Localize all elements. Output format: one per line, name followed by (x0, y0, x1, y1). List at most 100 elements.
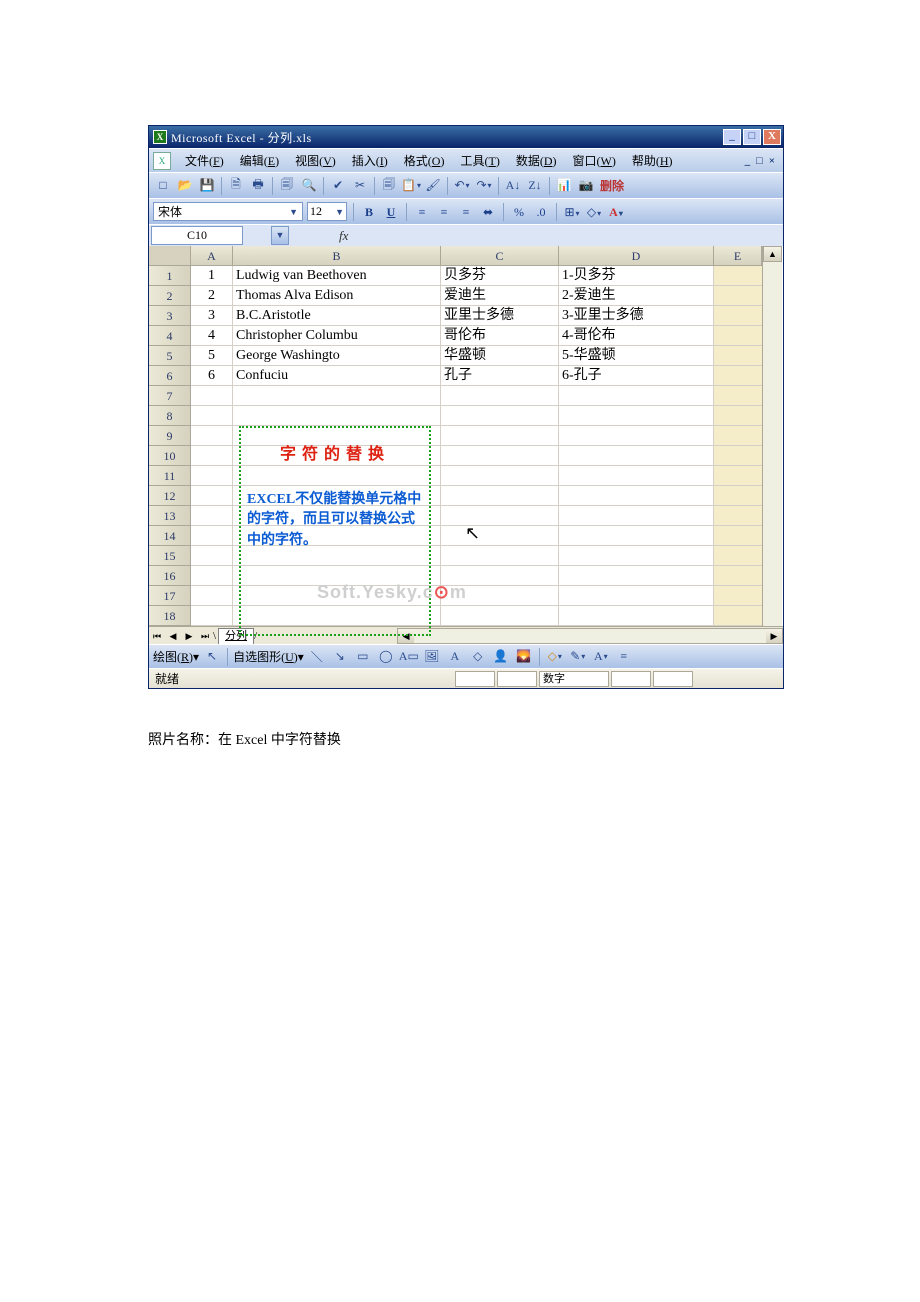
cell[interactable] (714, 406, 762, 426)
cell[interactable] (441, 546, 559, 566)
font-color-icon[interactable]: A (591, 647, 611, 667)
row-header[interactable]: 17 (149, 586, 191, 606)
row-header[interactable]: 14 (149, 526, 191, 546)
cell[interactable]: 贝多芬 (441, 266, 559, 286)
cell[interactable]: 6 (191, 366, 233, 386)
delete-button[interactable]: 删除 (600, 177, 624, 194)
sort-asc-icon[interactable]: A↓ (503, 176, 523, 196)
cell[interactable] (714, 606, 762, 626)
cell[interactable]: George Washingto (233, 346, 441, 366)
clipart-icon[interactable]: 👤 (491, 647, 511, 667)
cell[interactable]: 5 (191, 346, 233, 366)
select-all-corner[interactable] (149, 246, 191, 266)
merge-center-button[interactable]: ⬌ (479, 203, 497, 221)
sheet-tab[interactable]: 分列 (218, 628, 254, 644)
cell[interactable] (714, 306, 762, 326)
cell[interactable]: 1-贝多芬 (559, 266, 714, 286)
format-painter-icon[interactable]: 🖌 (423, 176, 443, 196)
open-icon[interactable]: 📂 (175, 176, 195, 196)
cell[interactable]: Thomas Alva Edison (233, 286, 441, 306)
percent-button[interactable]: % (510, 203, 528, 221)
row-header[interactable]: 5 (149, 346, 191, 366)
autoshapes-menu[interactable]: 自选图形(U)▾ (233, 648, 304, 665)
row-header[interactable]: 15 (149, 546, 191, 566)
paste-icon[interactable]: 📋 (401, 176, 421, 196)
mdi-minimize-button[interactable]: _ (745, 155, 751, 167)
cell[interactable]: B.C.Aristotle (233, 306, 441, 326)
row-header[interactable]: 7 (149, 386, 191, 406)
cell[interactable] (559, 486, 714, 506)
minimize-button[interactable]: _ (723, 129, 741, 145)
cell[interactable] (441, 466, 559, 486)
row-header[interactable]: 10 (149, 446, 191, 466)
new-icon[interactable]: □ (153, 176, 173, 196)
cell[interactable] (191, 566, 233, 586)
cell[interactable] (714, 526, 762, 546)
row-header[interactable]: 13 (149, 506, 191, 526)
cell[interactable] (559, 406, 714, 426)
cell[interactable] (559, 546, 714, 566)
font-name-select[interactable]: 宋体▼ (153, 202, 303, 221)
camera-icon[interactable]: 📷 (576, 176, 596, 196)
print-icon[interactable]: 🖶 (248, 176, 268, 196)
cell[interactable] (191, 466, 233, 486)
cell[interactable] (441, 406, 559, 426)
cell[interactable] (191, 386, 233, 406)
underline-button[interactable]: U (382, 203, 400, 221)
fill-color-icon[interactable]: ◇ (545, 647, 565, 667)
copy-icon[interactable]: 🗐 (379, 176, 399, 196)
cell[interactable] (714, 566, 762, 586)
cell[interactable] (559, 386, 714, 406)
draw-menu[interactable]: 绘图(R)▾ (153, 648, 199, 665)
maximize-button[interactable]: □ (743, 129, 761, 145)
cell[interactable] (191, 606, 233, 626)
cell[interactable]: 3 (191, 306, 233, 326)
increase-decimal-button[interactable]: .0 (532, 203, 550, 221)
cell[interactable] (191, 426, 233, 446)
select-objects-icon[interactable]: ↖ (202, 647, 222, 667)
cell[interactable]: 1 (191, 266, 233, 286)
cell[interactable] (714, 546, 762, 566)
cell[interactable] (233, 506, 441, 526)
menu-file[interactable]: 文件(F) (177, 150, 232, 171)
cell[interactable]: 2 (191, 286, 233, 306)
vertical-scrollbar[interactable]: ▲ (762, 246, 782, 626)
row-header[interactable]: 1 (149, 266, 191, 286)
horizontal-scrollbar[interactable]: ◀ ▶ (397, 628, 783, 644)
cell[interactable] (191, 586, 233, 606)
cell[interactable] (559, 606, 714, 626)
cell[interactable] (233, 426, 441, 446)
col-header-c[interactable]: C (441, 246, 559, 266)
research-icon[interactable]: 🔍 (299, 176, 319, 196)
cell[interactable] (714, 486, 762, 506)
cell[interactable]: 5-华盛顿 (559, 346, 714, 366)
cell[interactable]: 3-亚里士多德 (559, 306, 714, 326)
redo-icon[interactable]: ↷ (474, 176, 494, 196)
print-preview-icon[interactable]: 🗐 (277, 176, 297, 196)
row-header[interactable]: 11 (149, 466, 191, 486)
col-header-b[interactable]: B (233, 246, 441, 266)
align-right-button[interactable]: ≡ (457, 203, 475, 221)
cell[interactable] (441, 526, 559, 546)
save-icon[interactable]: 💾 (197, 176, 217, 196)
menu-data[interactable]: 数据(D) (508, 150, 565, 171)
cell[interactable]: 2-爱迪生 (559, 286, 714, 306)
cell[interactable] (714, 286, 762, 306)
bold-button[interactable]: B (360, 203, 378, 221)
menu-help[interactable]: 帮助(H) (624, 150, 681, 171)
cell[interactable]: 6-孔子 (559, 366, 714, 386)
chevron-down-icon[interactable]: ▼ (289, 207, 298, 217)
diagram-icon[interactable]: ◇ (468, 647, 488, 667)
menu-format[interactable]: 格式(O) (396, 150, 453, 171)
mdi-restore-button[interactable]: □ (756, 155, 763, 167)
align-center-button[interactable]: ≡ (435, 203, 453, 221)
font-size-select[interactable]: 12▼ (307, 202, 347, 221)
cell[interactable] (233, 446, 441, 466)
fill-color-button[interactable]: ◇ (585, 203, 603, 221)
menu-edit[interactable]: 编辑(E) (232, 150, 287, 171)
cell[interactable] (559, 526, 714, 546)
textbox-icon[interactable]: A▭ (399, 647, 419, 667)
cell[interactable] (233, 486, 441, 506)
cell[interactable] (559, 566, 714, 586)
cell[interactable] (559, 586, 714, 606)
